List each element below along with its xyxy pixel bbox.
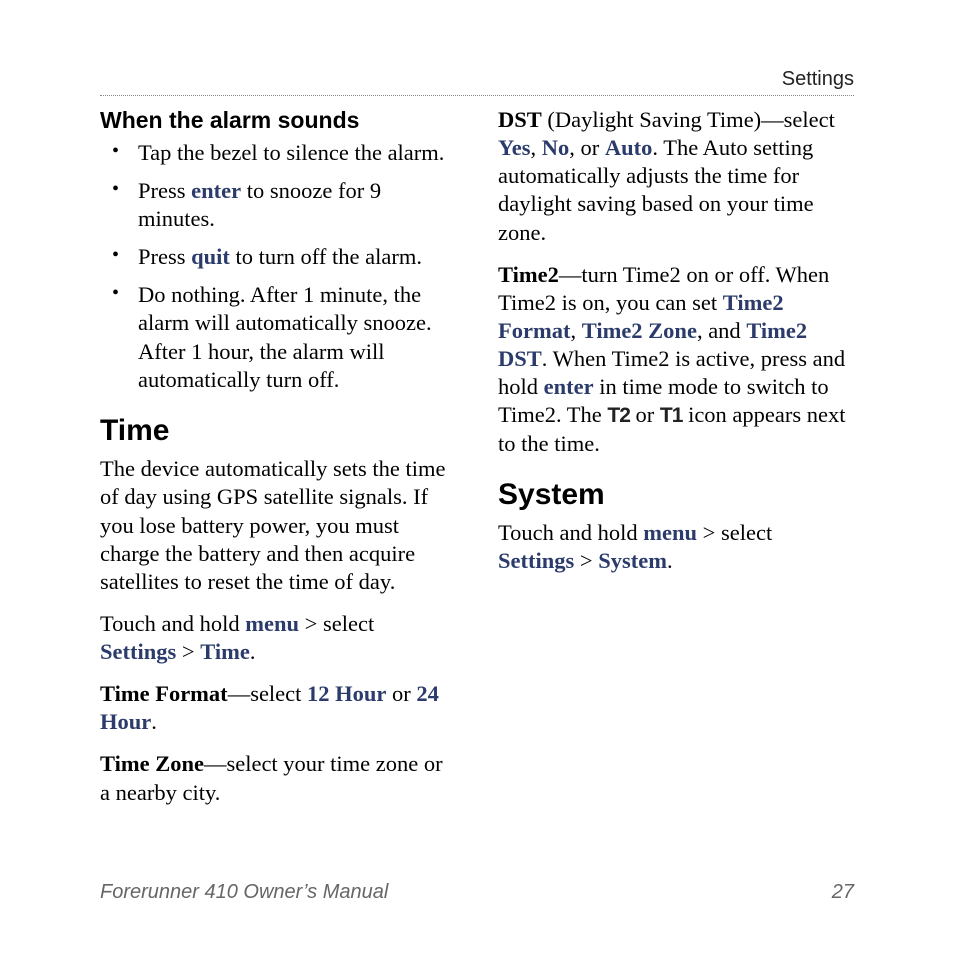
- text: > select: [299, 611, 374, 636]
- text: ,: [531, 135, 542, 160]
- key-quit: quit: [191, 244, 230, 269]
- text: (Daylight Saving Time)—select: [542, 107, 835, 132]
- key-menu: menu: [643, 520, 697, 545]
- text: Press: [138, 244, 191, 269]
- key-enter: enter: [191, 178, 241, 203]
- time-nav-path: Touch and hold menu > select Settings > …: [100, 610, 456, 666]
- time-heading: Time: [100, 412, 456, 450]
- alarm-bullet-tap: Tap the bezel to silence the alarm.: [134, 139, 456, 167]
- text: .: [250, 639, 256, 664]
- text: Touch and hold: [498, 520, 643, 545]
- footer-title: Forerunner 410 Owner’s Manual: [100, 881, 388, 903]
- label-time-format: Time Format: [100, 681, 228, 706]
- key-auto: Auto: [605, 135, 653, 160]
- text: > select: [697, 520, 772, 545]
- key-menu: menu: [245, 611, 299, 636]
- page-footer: Forerunner 410 Owner’s Manual 27: [100, 881, 854, 904]
- text: .: [151, 709, 157, 734]
- key-12hour: 12 Hour: [307, 681, 386, 706]
- time-format-para: Time Format—select 12 Hour or 24 Hour.: [100, 680, 456, 736]
- text: —select: [228, 681, 307, 706]
- key-system: System: [598, 548, 667, 573]
- text: or: [630, 402, 660, 427]
- key-yes: Yes: [498, 135, 531, 160]
- time-body: The device automatically sets the time o…: [100, 455, 456, 596]
- key-no: No: [542, 135, 570, 160]
- time2-para: Time2—turn Time2 on or off. When Time2 i…: [498, 261, 854, 458]
- system-nav-path: Touch and hold menu > select Settings > …: [498, 519, 854, 575]
- t2-icon: T2: [607, 403, 630, 429]
- key-settings: Settings: [498, 548, 574, 573]
- text: .: [667, 548, 673, 573]
- alarm-bullet-nothing: Do nothing. After 1 minute, the alarm wi…: [134, 281, 456, 394]
- dst-para: DST (Daylight Saving Time)—select Yes, N…: [498, 106, 854, 247]
- label-dst: DST: [498, 107, 542, 132]
- key-enter: enter: [544, 374, 594, 399]
- label-time-zone: Time Zone: [100, 751, 204, 776]
- text: to turn off the alarm.: [230, 244, 422, 269]
- key-time: Time: [200, 639, 250, 664]
- text: Press: [138, 178, 191, 203]
- t1-icon: T1: [660, 403, 683, 429]
- alarm-bullet-snooze: Press enter to snooze for 9 minutes.: [134, 177, 456, 233]
- body-columns: When the alarm sounds Tap the bezel to s…: [100, 106, 854, 846]
- page-number: 27: [832, 881, 854, 904]
- alarm-subheading: When the alarm sounds: [100, 106, 456, 135]
- running-header-section: Settings: [100, 68, 854, 96]
- label-time2: Time2: [498, 262, 559, 287]
- text: >: [176, 639, 200, 664]
- system-heading: System: [498, 476, 854, 514]
- text: Touch and hold: [100, 611, 245, 636]
- text: , and: [697, 318, 746, 343]
- text: ,: [570, 318, 581, 343]
- key-settings: Settings: [100, 639, 176, 664]
- manual-page: Settings When the alarm sounds Tap the b…: [0, 0, 954, 954]
- text: >: [574, 548, 598, 573]
- alarm-bullet-list: Tap the bezel to silence the alarm. Pres…: [100, 139, 456, 394]
- text: , or: [569, 135, 605, 160]
- text: or: [386, 681, 416, 706]
- key-time2-zone: Time2 Zone: [582, 318, 697, 343]
- alarm-bullet-off: Press quit to turn off the alarm.: [134, 243, 456, 271]
- time-zone-para: Time Zone—select your time zone or a nea…: [100, 750, 456, 806]
